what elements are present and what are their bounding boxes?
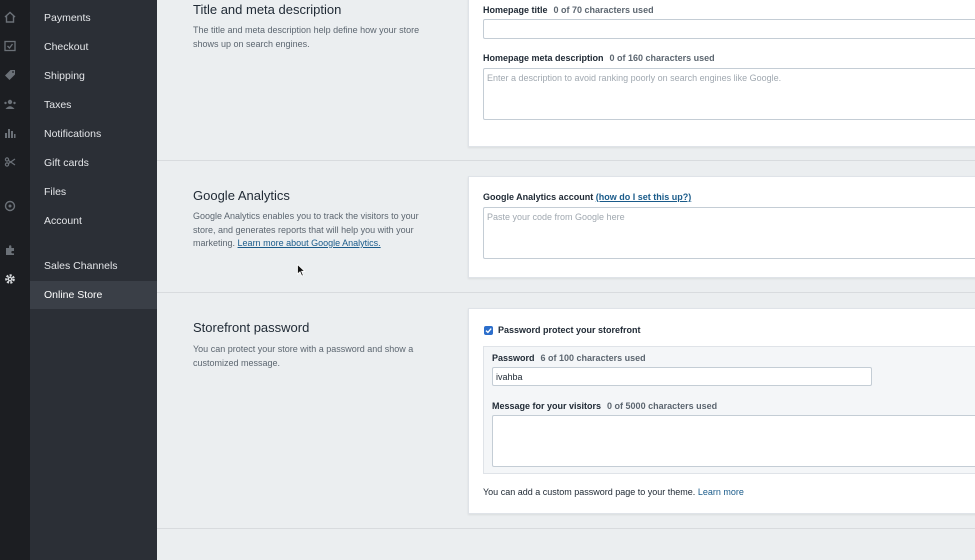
visitor-message-input[interactable]: [492, 415, 975, 467]
homepage-title-label: Homepage title 0 of 70 characters used: [483, 5, 654, 15]
gear-icon[interactable]: [3, 272, 17, 286]
home-icon[interactable]: [3, 10, 17, 24]
analytics-section-title: Google Analytics: [193, 188, 290, 203]
homepage-title-count: 0 of 70 characters used: [553, 5, 654, 15]
meta-description-input[interactable]: Enter a description to avoid ranking poo…: [483, 68, 975, 120]
analytics-card: Google Analytics account (how do I set t…: [468, 176, 975, 278]
password-label: Password 6 of 100 characters used: [492, 353, 646, 363]
password-section-title: Storefront password: [193, 320, 310, 335]
section-divider: [157, 160, 975, 161]
nav-item-shipping[interactable]: Shipping: [30, 62, 157, 90]
checkmark-icon: [485, 328, 492, 334]
analytics-code-input[interactable]: Paste your code from Google here: [483, 207, 975, 259]
apps-icon[interactable]: [3, 199, 17, 213]
nav-item-taxes[interactable]: Taxes: [30, 91, 157, 119]
settings-nav: Payments Checkout Shipping Taxes Notific…: [30, 0, 157, 560]
homepage-title-input[interactable]: [483, 19, 975, 39]
password-protect-checkbox[interactable]: [484, 326, 493, 335]
section-divider: [157, 528, 975, 529]
nav-item-notifications[interactable]: Notifications: [30, 120, 157, 148]
learn-more-password-link[interactable]: Learn more: [698, 487, 744, 497]
nav-item-checkout[interactable]: Checkout: [30, 33, 157, 61]
password-settings-panel: Password 6 of 100 characters used ivahba …: [483, 346, 975, 474]
meta-description-count: 0 of 160 characters used: [609, 53, 715, 63]
reports-icon[interactable]: [3, 126, 17, 140]
mouse-cursor-icon: [297, 263, 306, 277]
password-card: Password protect your storefront Passwor…: [468, 308, 975, 514]
puzzle-icon[interactable]: [3, 243, 17, 257]
meta-section-description: The title and meta description help defi…: [193, 25, 420, 49]
analytics-help-link[interactable]: (how do I set this up?): [596, 192, 692, 202]
visitor-message-count: 0 of 5000 characters used: [607, 401, 718, 411]
tag-icon[interactable]: [3, 68, 17, 82]
password-section-description: You can protect your store with a passwo…: [193, 344, 414, 368]
password-count: 6 of 100 characters used: [540, 353, 646, 363]
password-protect-label[interactable]: Password protect your storefront: [498, 325, 641, 335]
nav-item-files[interactable]: Files: [30, 178, 157, 206]
meta-description-placeholder: Enter a description to avoid ranking poo…: [487, 73, 782, 83]
discounts-icon[interactable]: [3, 155, 17, 169]
orders-icon[interactable]: [3, 39, 17, 53]
nav-item-online-store[interactable]: Online Store: [30, 281, 157, 309]
password-input[interactable]: ivahba: [492, 367, 872, 386]
nav-item-account[interactable]: Account: [30, 207, 157, 235]
nav-item-payments[interactable]: Payments: [30, 4, 157, 32]
customers-icon[interactable]: [3, 97, 17, 111]
learn-more-analytics-link[interactable]: Learn more about Google Analytics.: [238, 238, 381, 248]
password-page-note: You can add a custom password page to yo…: [483, 487, 744, 497]
analytics-account-label: Google Analytics account (how do I set t…: [483, 192, 692, 202]
analytics-code-placeholder: Paste your code from Google here: [487, 212, 625, 222]
main-content: Title and meta description The title and…: [157, 0, 975, 560]
nav-item-gift-cards[interactable]: Gift cards: [30, 149, 157, 177]
visitor-message-label: Message for your visitors 0 of 5000 chara…: [492, 401, 718, 411]
icon-bar: [0, 0, 30, 560]
nav-item-sales-channels[interactable]: Sales Channels: [30, 252, 157, 280]
analytics-section-description: Google Analytics enables you to track th…: [193, 211, 419, 248]
meta-section-title: Title and meta description: [193, 2, 342, 17]
meta-card: Homepage title 0 of 70 characters used Ho…: [468, 0, 975, 147]
meta-description-label: Homepage meta description 0 of 160 charac…: [483, 53, 715, 63]
section-divider: [157, 292, 975, 293]
